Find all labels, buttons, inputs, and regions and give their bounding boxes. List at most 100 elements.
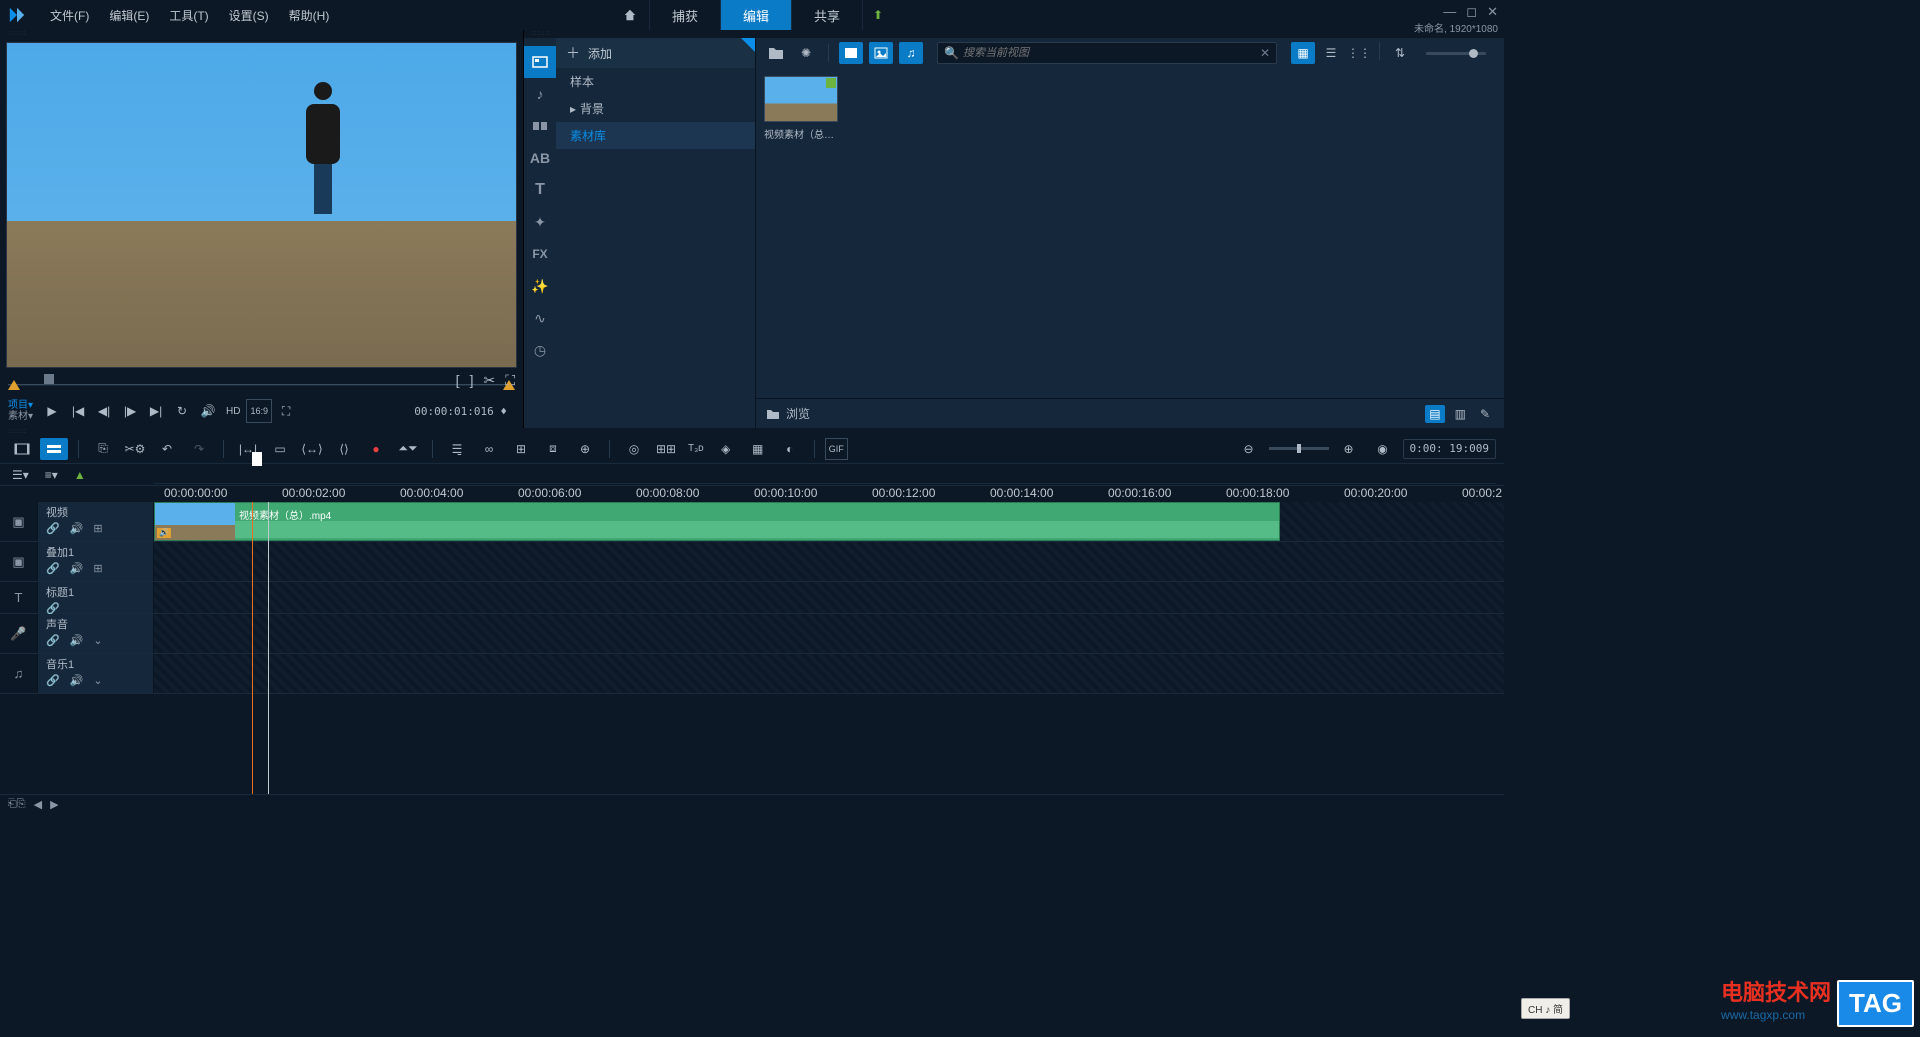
category-title[interactable]: AB <box>524 142 556 174</box>
scroll-left-button[interactable]: ◀ <box>34 798 42 811</box>
panel-layout-1-button[interactable]: ▤ <box>1425 405 1444 423</box>
category-graphics[interactable]: ✦ <box>524 206 556 238</box>
clear-search-button[interactable]: ✕ <box>1260 46 1270 60</box>
search-input[interactable] <box>963 47 1260 59</box>
view-list-button[interactable]: ☰ <box>1319 42 1343 64</box>
next-frame-button[interactable]: |▶ <box>118 399 142 423</box>
filter-audio-button[interactable]: ♫ <box>899 42 923 64</box>
gif-button[interactable]: GIF <box>825 438 848 460</box>
ruler-labels[interactable]: 00:00:00:00 00:00:02:00 00:00:04:00 00:0… <box>154 486 1504 502</box>
track-icon-voice[interactable]: 🎤 <box>0 614 38 653</box>
thumbnail-size-slider[interactable] <box>1426 52 1486 55</box>
category-audio[interactable]: ♪ <box>524 78 556 110</box>
category-media[interactable] <box>524 46 556 78</box>
tab-edit[interactable]: 编辑 <box>721 0 792 30</box>
time-remap-button[interactable]: ◐ <box>776 438 804 460</box>
close-button[interactable]: ✕ <box>1487 4 1498 20</box>
track-link-button[interactable]: 🔗 <box>46 522 60 535</box>
filter-photo-button[interactable] <box>869 42 893 64</box>
stretch-button[interactable]: ⟨↔⟩ <box>298 438 326 460</box>
fullscreen-button[interactable]: ⛶ <box>274 399 298 423</box>
track-mute-button[interactable]: 🔊 <box>70 674 84 687</box>
roll-button[interactable]: ▭ <box>266 438 294 460</box>
import-folder-button[interactable] <box>764 42 788 64</box>
add-media-button[interactable]: ＋ 添加 <box>556 38 755 68</box>
fit-project-button[interactable]: ◉ <box>1369 438 1397 460</box>
mask-button[interactable]: ◈ <box>712 438 740 460</box>
track-body-video[interactable]: 视频素材（总）.mp4 🔊 <box>154 502 1504 541</box>
cue-marker-button[interactable]: ⧈ <box>539 438 567 460</box>
menu-tools[interactable]: 工具(T) <box>159 7 218 24</box>
panel-settings-button[interactable]: ✎ <box>1476 405 1494 423</box>
category-correction[interactable]: ✨ <box>524 270 556 302</box>
track-mute-button[interactable]: 🔊 <box>70 634 84 647</box>
motion-tracking-button[interactable]: ◎ <box>620 438 648 460</box>
scroll-right-button[interactable]: ▶ <box>50 798 58 811</box>
scroll-options-button[interactable]: ⎗⎘ <box>8 798 26 811</box>
storyboard-view-button[interactable] <box>8 438 36 460</box>
zoom-slider[interactable] <box>1269 447 1329 450</box>
category-transition[interactable] <box>524 110 556 142</box>
tools-button[interactable]: ✂⚙ <box>121 438 149 460</box>
preview-mode-label[interactable]: 项目▾素材▾ <box>8 400 33 422</box>
track-body-title[interactable] <box>154 582 1504 613</box>
mark-in-icon[interactable]: [ <box>456 372 460 389</box>
track-body-voice[interactable] <box>154 614 1504 653</box>
timeline-duration[interactable]: 0:00: 19:009 <box>1403 439 1496 459</box>
mark-out-icon[interactable]: ] <box>470 372 474 389</box>
sort-button[interactable]: ⇅ <box>1388 42 1412 64</box>
pan-zoom-button[interactable]: ▦ <box>744 438 772 460</box>
hd-button[interactable]: HD <box>222 399 244 423</box>
split-icon[interactable]: ✂ <box>483 372 495 389</box>
library-drag-handle[interactable]: ::::::: <box>524 30 1504 38</box>
track-expand-button[interactable]: ⌄ <box>93 634 102 647</box>
view-thumbnails-button[interactable]: ▦ <box>1291 42 1315 64</box>
chapter-marker-button[interactable]: ⊞ <box>507 438 535 460</box>
tab-home[interactable] <box>611 0 650 30</box>
track-mute-button[interactable]: 🔊 <box>70 522 84 535</box>
track-link-button[interactable]: 🔗 <box>46 634 60 647</box>
track-body-overlay[interactable] <box>154 542 1504 581</box>
menu-file[interactable]: 文件(F) <box>40 7 99 24</box>
timeline-view-button[interactable] <box>40 438 68 460</box>
3d-title-button[interactable]: T₃ᴅ <box>684 438 708 460</box>
go-start-button[interactable]: |◀ <box>66 399 90 423</box>
prev-frame-button[interactable]: ◀| <box>92 399 116 423</box>
track-link-button[interactable]: 🔗 <box>46 674 60 687</box>
add-dropdown-icon[interactable] <box>741 38 755 52</box>
track-link-button[interactable]: 🔗 <box>46 562 60 575</box>
zoom-in-button[interactable]: ⊕ <box>1335 438 1363 460</box>
library-item-thumbnail[interactable] <box>764 76 838 122</box>
subtitle-button[interactable]: ☰̱ <box>443 438 471 460</box>
category-path[interactable]: ∿ <box>524 302 556 334</box>
track-lock-button[interactable]: ⊞ <box>93 522 102 535</box>
preview-viewport[interactable] <box>6 42 517 368</box>
maximize-button[interactable]: ◻ <box>1466 4 1477 20</box>
preview-scrubber[interactable] <box>8 374 515 394</box>
library-item[interactable]: 视频素材（总）... <box>764 76 838 141</box>
chapter-button[interactable]: ∞ <box>475 438 503 460</box>
play-button[interactable]: ▶ <box>40 399 64 423</box>
volume-button[interactable]: 🔊 <box>196 399 220 423</box>
timeline-ruler[interactable] <box>154 466 1496 484</box>
go-end-button[interactable]: ▶| <box>144 399 168 423</box>
library-grid[interactable]: 视频素材（总）... <box>756 68 1504 398</box>
menu-help[interactable]: 帮助(H) <box>279 7 340 24</box>
preview-timecode[interactable]: 00:00:01:016 ♦ <box>406 405 515 418</box>
menu-edit[interactable]: 编辑(E) <box>99 7 159 24</box>
track-icon-overlay[interactable]: ▣ <box>0 542 38 581</box>
add-track-button[interactable]: ▲ <box>70 466 90 484</box>
loop-button[interactable]: ↻ <box>170 399 194 423</box>
track-visibility-button[interactable]: ☰▾ <box>8 466 33 484</box>
view-details-button[interactable]: ⋮⋮ <box>1347 42 1371 64</box>
menu-settings[interactable]: 设置(S) <box>219 7 279 24</box>
category-fx[interactable]: FX <box>524 238 556 270</box>
tree-item-sample[interactable]: 样本 <box>556 68 755 95</box>
track-motion-button[interactable]: ⊕ <box>571 438 599 460</box>
tab-capture[interactable]: 捕获 <box>650 0 721 30</box>
zoom-out-button[interactable]: ⊖ <box>1235 438 1263 460</box>
undo-button[interactable]: ↶ <box>153 438 181 460</box>
tree-item-background[interactable]: ▸背景 <box>556 95 755 122</box>
track-icon-video[interactable]: ▣ <box>0 502 38 541</box>
track-icon-title[interactable]: T <box>0 582 38 613</box>
